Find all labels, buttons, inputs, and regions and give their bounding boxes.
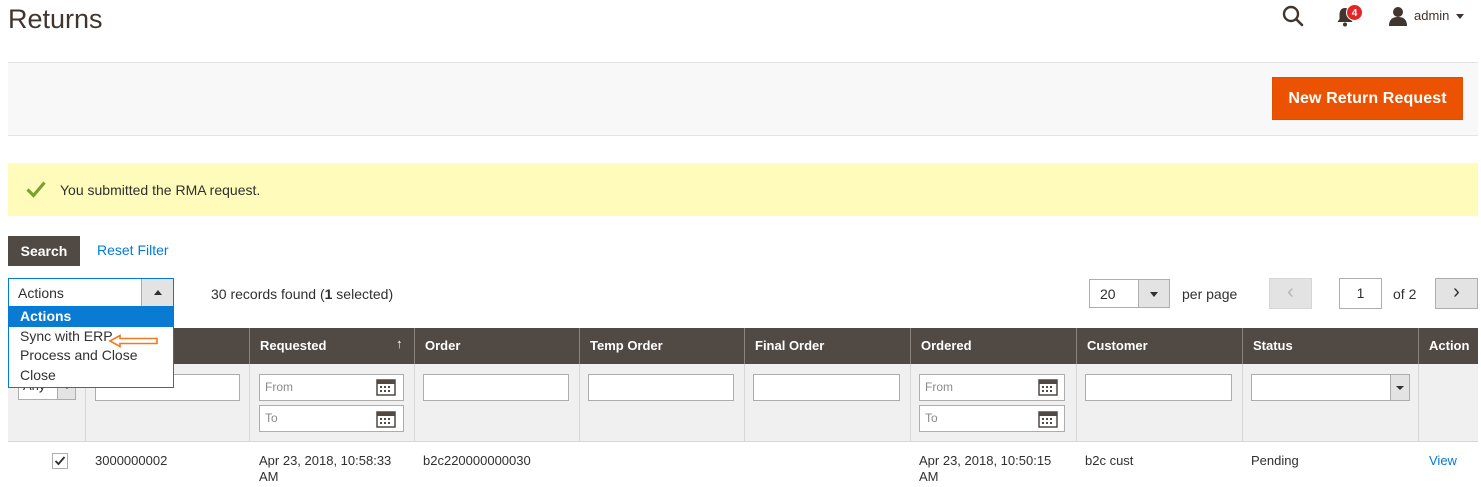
row-order: b2c220000000030 [423,453,531,468]
chevron-down-icon[interactable] [1138,280,1169,307]
next-page-button[interactable]: › [1435,278,1478,309]
row-requested: Apr 23, 2018, 10:58:33 AM [259,453,392,484]
per-page-label: per page [1182,286,1238,302]
final-order-filter-input[interactable] [753,374,900,401]
column-header-final-order[interactable]: Final Order [744,328,910,364]
customer-filter-input[interactable] [1085,374,1232,401]
row-status: Pending [1251,453,1299,468]
column-header-temp-order[interactable]: Temp Order [579,328,744,364]
order-filter-input[interactable] [423,374,569,401]
chevron-down-icon[interactable] [1390,375,1409,400]
chevron-down-icon[interactable] [1456,14,1464,19]
arrow-left-annotation-icon [108,334,158,348]
menu-item-close[interactable]: Close [9,366,173,386]
mass-actions-select[interactable]: Actions [8,278,174,307]
row-customer: b2c cust [1085,453,1134,468]
column-header-requested[interactable]: Requested [249,328,414,364]
row-checkbox[interactable] [52,453,68,469]
user-icon[interactable] [1388,6,1408,26]
column-header-ordered[interactable]: Ordered [910,328,1076,364]
previous-page-button[interactable]: ‹ [1269,278,1312,309]
records-found: 30 records found (1 selected) [211,286,394,302]
page-number-input[interactable]: 1 [1339,278,1382,309]
notification-badge[interactable]: 4 [1346,4,1363,21]
chevron-right-icon: › [1453,281,1460,303]
row-view-link[interactable]: View [1429,453,1457,468]
status-filter-select[interactable] [1251,374,1410,401]
per-page-select[interactable]: 20 [1089,279,1170,308]
row-id: 3000000002 [95,453,168,468]
row-ordered: Apr 23, 2018, 10:50:15 AM [919,453,1052,484]
checkmark-icon [26,181,46,198]
per-page-value: 20 [1100,286,1116,302]
menu-item-process-and-close[interactable]: Process and Close [9,346,173,366]
column-header-order[interactable]: Order [414,328,579,364]
sort-arrow-icon: ↑ [396,336,403,351]
column-header-status[interactable]: Status [1242,328,1418,364]
calendar-icon[interactable] [376,410,396,428]
temp-order-filter-input[interactable] [588,374,734,401]
calendar-icon[interactable] [376,378,396,396]
menu-item-actions[interactable]: Actions [9,307,173,327]
search-button[interactable]: Search [8,236,80,266]
calendar-icon[interactable] [1038,410,1058,428]
chevron-up-icon[interactable] [141,279,173,306]
page-actions-bar [8,62,1478,136]
column-header-action: Action [1418,328,1478,364]
admin-user-menu[interactable]: admin [1414,8,1449,23]
reset-filter-link[interactable]: Reset Filter [97,242,169,258]
new-return-request-button[interactable]: New Return Request [1272,77,1463,120]
column-header-customer[interactable]: Customer [1076,328,1242,364]
message-text: You submitted the RMA request. [60,182,261,198]
mass-actions-label: Actions [18,285,64,301]
calendar-icon[interactable] [1038,378,1058,396]
chevron-left-icon: ‹ [1287,281,1294,303]
page-total: of 2 [1393,286,1417,302]
checkmark-icon [54,456,66,466]
search-icon[interactable] [1282,5,1304,27]
page-title: Returns [8,4,103,34]
